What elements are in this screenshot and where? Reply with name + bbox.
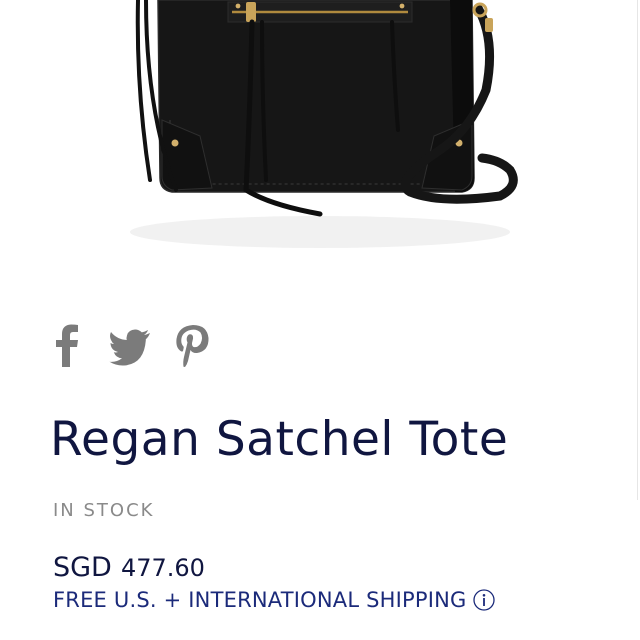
pinterest-icon[interactable] <box>172 323 212 367</box>
shipping-info[interactable]: FREE U.S. + INTERNATIONAL SHIPPING <box>53 588 495 612</box>
scroll-edge-divider <box>637 0 638 500</box>
shipping-label[interactable]: FREE U.S. + INTERNATIONAL SHIPPING <box>53 588 467 612</box>
facebook-icon[interactable] <box>48 323 88 367</box>
info-icon[interactable] <box>472 589 495 611</box>
product-image[interactable] <box>0 0 640 290</box>
handbag-photo <box>130 0 518 248</box>
product-price: SGD 477.60 <box>53 552 205 583</box>
twitter-icon[interactable] <box>108 323 152 367</box>
price-amount: 477.60 <box>120 554 205 582</box>
stock-status: IN STOCK <box>53 500 155 521</box>
product-title: Regan Satchel Tote <box>50 412 509 467</box>
product-page: Regan Satchel Tote IN STOCK SGD 477.60 F… <box>0 0 640 640</box>
share-buttons <box>48 322 212 368</box>
price-currency: SGD <box>53 552 112 583</box>
